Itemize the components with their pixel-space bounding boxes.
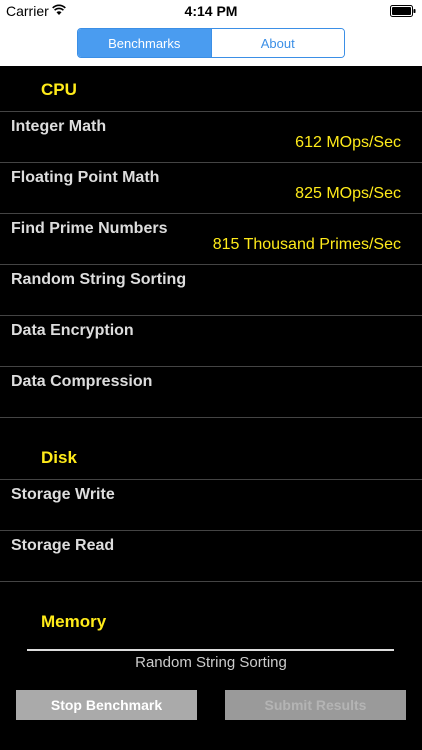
benchmark-row-data-compression[interactable]: Data Compression	[0, 367, 422, 418]
benchmark-row-storage-write[interactable]: Storage Write	[0, 480, 422, 531]
benchmark-result: 612 MOps/Sec	[295, 134, 401, 151]
benchmark-result: 815 Thousand Primes/Sec	[212, 236, 401, 253]
submit-results-button[interactable]: Submit Results	[225, 690, 406, 720]
benchmark-label: Data Compression	[11, 373, 153, 390]
benchmark-label: Integer Math	[11, 118, 107, 135]
segmented-control: Benchmarks About	[77, 28, 345, 58]
battery-icon	[390, 5, 416, 17]
section-title: CPU	[41, 80, 77, 99]
benchmark-label: Storage Write	[11, 486, 115, 503]
benchmark-controls: Random String Sorting Stop Benchmark Sub…	[0, 638, 422, 750]
status-bar: Carrier 4:14 PM	[0, 0, 422, 22]
stop-benchmark-button[interactable]: Stop Benchmark	[16, 690, 197, 720]
benchmark-list[interactable]: CPU Integer Math 612 MOps/Sec Floating P…	[0, 66, 422, 638]
section-header-disk: Disk	[0, 434, 422, 480]
benchmark-row-storage-read[interactable]: Storage Read	[0, 531, 422, 582]
tab-benchmarks[interactable]: Benchmarks	[78, 29, 211, 57]
benchmark-label: Random String Sorting	[11, 271, 187, 288]
benchmark-row-integer-math[interactable]: Integer Math 612 MOps/Sec	[0, 112, 422, 163]
progress-bar	[27, 649, 394, 651]
benchmark-result: 825 MOps/Sec	[295, 185, 401, 202]
section-title: Disk	[41, 448, 77, 467]
benchmark-label: Floating Point Math	[11, 169, 160, 186]
section-header-memory: Memory	[0, 598, 422, 638]
section-header-cpu: CPU	[0, 66, 422, 112]
benchmark-label: Find Prime Numbers	[11, 220, 168, 237]
clock: 4:14 PM	[184, 3, 238, 19]
benchmark-row-random-string-sorting[interactable]: Random String Sorting	[0, 265, 422, 316]
nav-bar: Benchmarks About	[0, 22, 422, 66]
benchmark-row-find-prime-numbers[interactable]: Find Prime Numbers 815 Thousand Primes/S…	[0, 214, 422, 265]
benchmark-label: Data Encryption	[11, 322, 134, 339]
benchmark-row-floating-point-math[interactable]: Floating Point Math 825 MOps/Sec	[0, 163, 422, 214]
benchmark-label: Storage Read	[11, 537, 115, 554]
section-title: Memory	[41, 612, 107, 631]
tab-about[interactable]: About	[210, 29, 344, 57]
current-task-label: Random String Sorting	[135, 654, 287, 671]
benchmark-row-data-encryption[interactable]: Data Encryption	[0, 316, 422, 367]
